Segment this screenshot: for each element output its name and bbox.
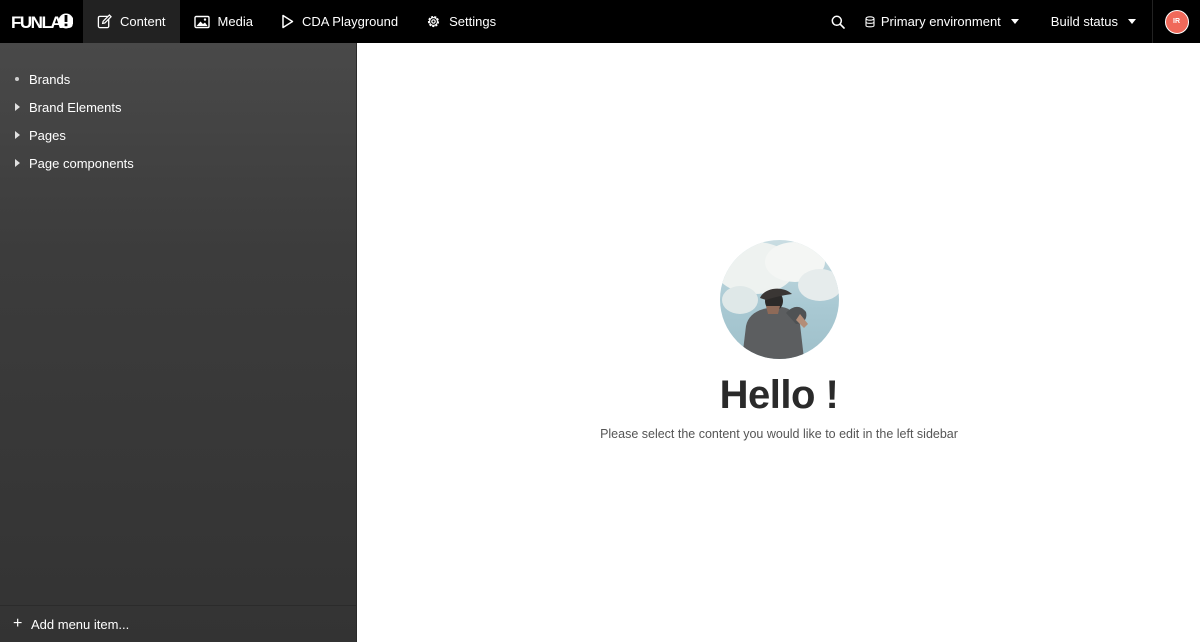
- content-tree: Brands Brand Elements Pages Page compone…: [0, 43, 356, 177]
- nav-settings[interactable]: Settings: [412, 0, 510, 43]
- search-button[interactable]: [823, 0, 853, 43]
- main-content: Hello ! Please select the content you wo…: [358, 43, 1200, 642]
- funlab-logo[interactable]: FUNLAB: [0, 0, 83, 43]
- logo-image: FUNLAB: [11, 13, 73, 32]
- sidebar-item-brand-elements[interactable]: Brand Elements: [0, 93, 356, 121]
- nav-media-label: Media: [217, 14, 253, 29]
- gear-icon: [428, 15, 440, 28]
- sidebar-item-page-components[interactable]: Page components: [0, 149, 356, 177]
- caret-right-icon[interactable]: [15, 103, 20, 111]
- sidebar-item-label: Brand Elements: [29, 99, 122, 115]
- caret-right-icon[interactable]: [15, 159, 20, 167]
- image-icon: [193, 15, 210, 28]
- nav-settings-label: Settings: [449, 14, 497, 29]
- add-menu-item-label: Add menu item...: [31, 616, 130, 632]
- database-icon: [865, 15, 875, 27]
- environment-selector[interactable]: Primary environment: [865, 0, 1019, 43]
- sidebar-item-label: Pages: [29, 127, 66, 143]
- nav-content[interactable]: Content: [83, 0, 180, 43]
- chevron-down-icon: [1010, 19, 1019, 24]
- bullet-icon: [15, 77, 19, 81]
- edit-icon: [97, 14, 112, 29]
- welcome-photo: [719, 240, 839, 359]
- play-icon: [282, 14, 294, 29]
- welcome-panel: Hello ! Please select the content you wo…: [358, 240, 1200, 441]
- plus-icon: +: [13, 615, 23, 632]
- sidebar-item-label: Page components: [29, 155, 134, 171]
- nav-media[interactable]: Media: [180, 0, 267, 43]
- build-status-dropdown[interactable]: Build status: [1051, 0, 1136, 43]
- instruction-text: Please select the content you would like…: [600, 427, 958, 441]
- sidebar-item-brands[interactable]: Brands: [0, 65, 356, 93]
- nav-cda-playground-label: CDA Playground: [301, 14, 399, 29]
- search-icon: [831, 15, 845, 29]
- top-navigation-bar: FUNLAB Content Media CDA Playground Sett…: [0, 0, 1200, 43]
- sidebar-item-label: Brands: [29, 71, 71, 87]
- nav-content-label: Content: [120, 14, 166, 29]
- build-status-label: Build status: [1050, 14, 1118, 29]
- greeting-title: Hello !: [719, 373, 839, 417]
- avatar[interactable]: IR: [1164, 9, 1189, 34]
- user-menu[interactable]: IR: [1152, 0, 1200, 43]
- content-sidebar: Brands Brand Elements Pages Page compone…: [0, 43, 357, 642]
- chevron-down-icon: [1128, 19, 1136, 24]
- add-menu-item-button[interactable]: + Add menu item...: [0, 605, 356, 642]
- caret-right-icon[interactable]: [15, 131, 20, 139]
- environment-label: Primary environment: [880, 14, 1001, 29]
- sidebar-item-pages[interactable]: Pages: [0, 121, 356, 149]
- nav-cda-playground[interactable]: CDA Playground: [267, 0, 412, 43]
